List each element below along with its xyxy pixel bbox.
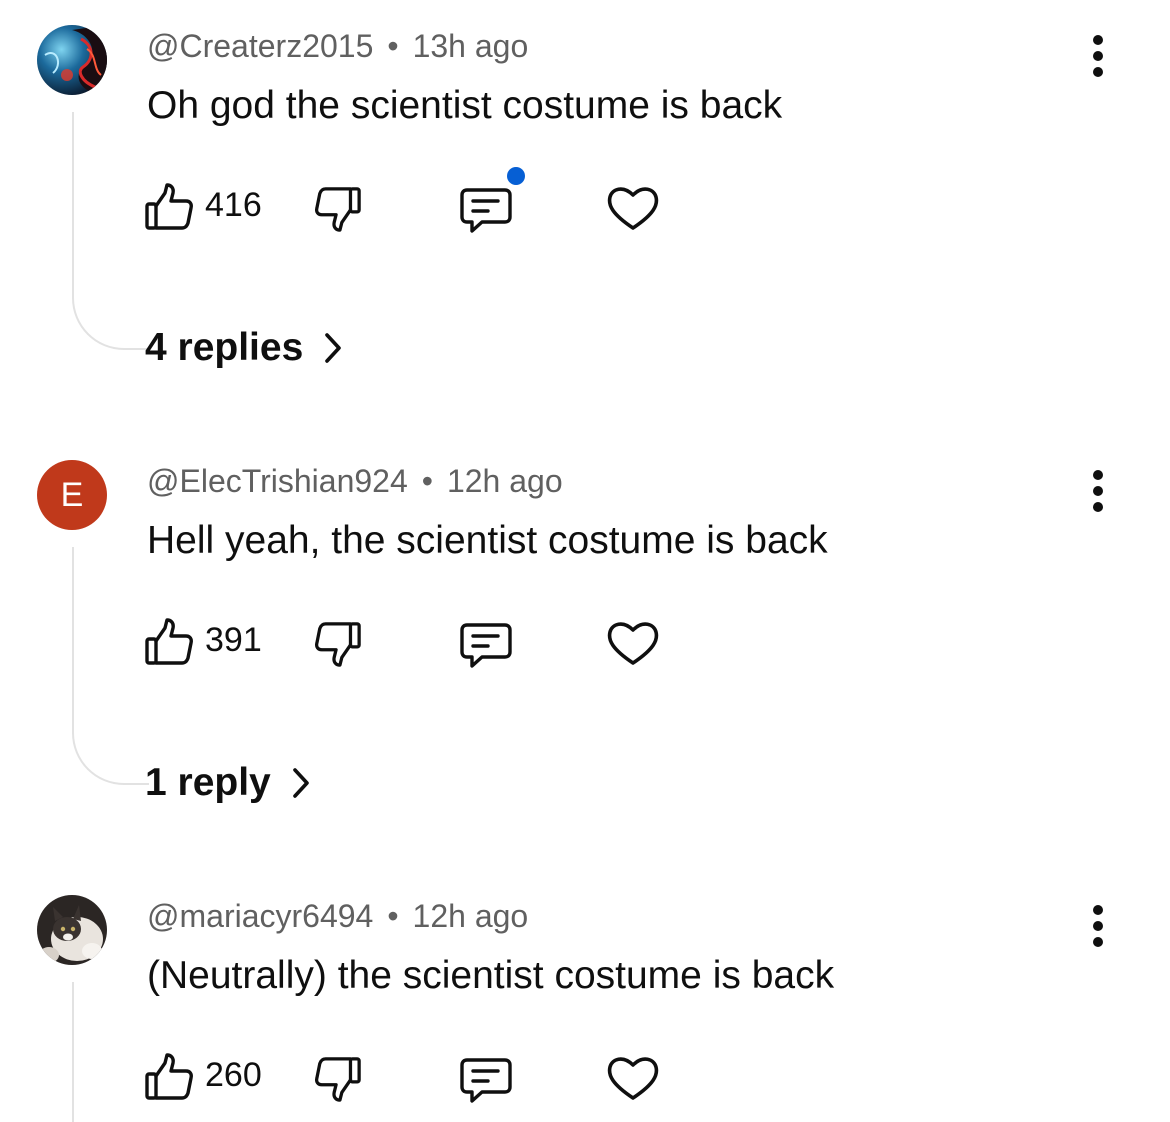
thumbs-up-icon[interactable]: [144, 182, 194, 232]
thumbs-down-icon[interactable]: [314, 619, 362, 669]
thumbs-down-icon[interactable]: [314, 1054, 362, 1104]
thumbs-up-icon[interactable]: [144, 1052, 194, 1102]
comment-author[interactable]: @Createrz2015: [147, 28, 373, 64]
comment-time[interactable]: 13h ago: [413, 28, 529, 64]
meta-separator: •: [421, 463, 433, 499]
heart-icon[interactable]: [606, 619, 660, 667]
comment-time[interactable]: 12h ago: [447, 463, 563, 499]
more-vertical-icon[interactable]: [1078, 904, 1118, 952]
more-vertical-icon[interactable]: [1078, 34, 1118, 82]
thumbs-down-icon[interactable]: [314, 184, 362, 234]
comment-item: E @ElecTrishian924 • 12h ago Hell yeah, th…: [0, 435, 1170, 870]
comment-meta: @Createrz2015 • 13h ago: [147, 28, 528, 65]
comment-item: @Createrz2015 • 13h ago Oh god the scienti…: [0, 0, 1170, 435]
chevron-right-icon: [292, 768, 309, 798]
thumbs-up-icon[interactable]: [144, 617, 194, 667]
like-count: 391: [205, 621, 262, 659]
comment-actions: 416: [0, 167, 700, 238]
comment-actions: 260: [0, 1048, 700, 1108]
comment-author[interactable]: @mariacyr6494: [147, 898, 373, 934]
comment-meta: @ElecTrishian924 • 12h ago: [147, 463, 563, 500]
comment-author[interactable]: @ElecTrishian924: [147, 463, 408, 499]
comment-icon[interactable]: [458, 1056, 514, 1106]
comment-icon[interactable]: [458, 167, 525, 236]
comment-item: @mariacyr6494 • 12h ago (Neutrally) the sc…: [0, 870, 1170, 1122]
comment-text: Oh god the scientist costume is back: [147, 84, 783, 127]
replies-toggle[interactable]: 1 reply: [145, 761, 311, 805]
more-vertical-icon[interactable]: [1078, 469, 1118, 517]
replies-toggle[interactable]: 4 replies: [145, 326, 343, 370]
heart-icon[interactable]: [606, 184, 660, 232]
replies-label: 1 reply: [145, 761, 271, 804]
comment-meta: @mariacyr6494 • 12h ago: [147, 898, 528, 935]
like-count: 260: [205, 1056, 262, 1094]
meta-separator: •: [387, 898, 399, 934]
comment-text: (Neutrally) the scientist costume is bac…: [147, 954, 835, 997]
like-count: 416: [205, 186, 262, 224]
comment-text: Hell yeah, the scientist costume is back: [147, 519, 828, 562]
comment-icon[interactable]: [458, 621, 514, 671]
avatar[interactable]: [37, 25, 107, 95]
notification-dot: [507, 167, 525, 185]
comment-time[interactable]: 12h ago: [413, 898, 529, 934]
replies-label: 4 replies: [145, 326, 304, 369]
comment-actions: 391: [0, 613, 700, 673]
heart-icon[interactable]: [606, 1054, 660, 1102]
meta-separator: •: [387, 28, 399, 64]
avatar[interactable]: E: [37, 460, 107, 530]
avatar[interactable]: [37, 895, 107, 965]
chevron-right-icon: [325, 333, 342, 363]
